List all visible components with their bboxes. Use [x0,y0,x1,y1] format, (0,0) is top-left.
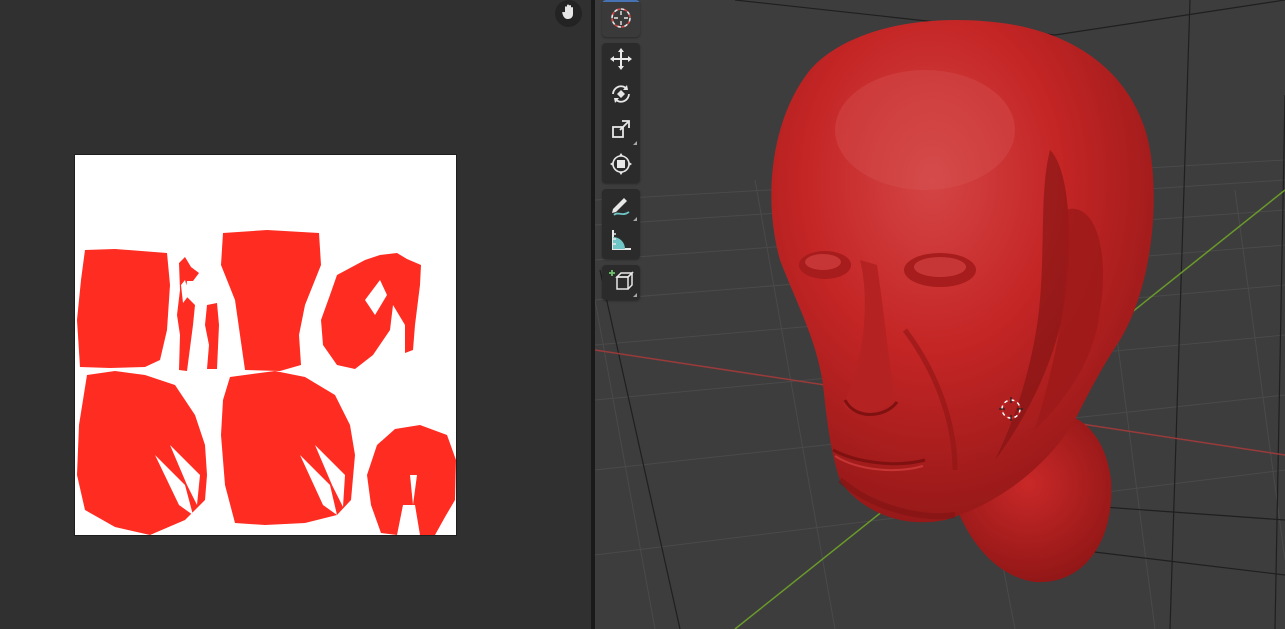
submenu-corner-icon [633,217,637,221]
cursor-tool-button[interactable] [602,2,640,37]
3d-cursor-icon[interactable] [998,396,1024,422]
annotate-tool-button[interactable] [602,189,640,224]
cursor-icon [608,5,634,35]
move-tool-button[interactable] [602,43,640,78]
uv-editor [0,0,591,629]
3d-viewport[interactable] [595,0,1285,629]
tool-shelf [602,0,640,306]
measure-icon [609,228,633,256]
uv-island [77,249,170,368]
uv-island [177,257,199,371]
add-cube-tool-button[interactable] [602,265,640,300]
uv-texture-image[interactable] [75,155,456,535]
submenu-corner-icon [633,141,637,145]
hand-icon [561,3,577,24]
annotate-icon [609,193,633,221]
uv-island [221,371,355,525]
head-mesh[interactable] [595,0,1285,629]
submenu-corner-icon [633,293,637,297]
transform-tool-button[interactable] [602,148,640,183]
transform-icon [609,152,633,180]
pan-view-button[interactable] [555,0,582,27]
uv-island [321,253,421,369]
uv-island [205,303,219,369]
rotate-tool-button[interactable] [602,78,640,113]
rotate-icon [609,82,633,110]
measure-tool-button[interactable] [602,224,640,259]
scale-tool-button[interactable] [602,113,640,148]
add-cube-icon [608,268,634,298]
scale-icon [610,118,632,144]
uv-island [221,230,321,371]
move-icon [609,47,633,75]
